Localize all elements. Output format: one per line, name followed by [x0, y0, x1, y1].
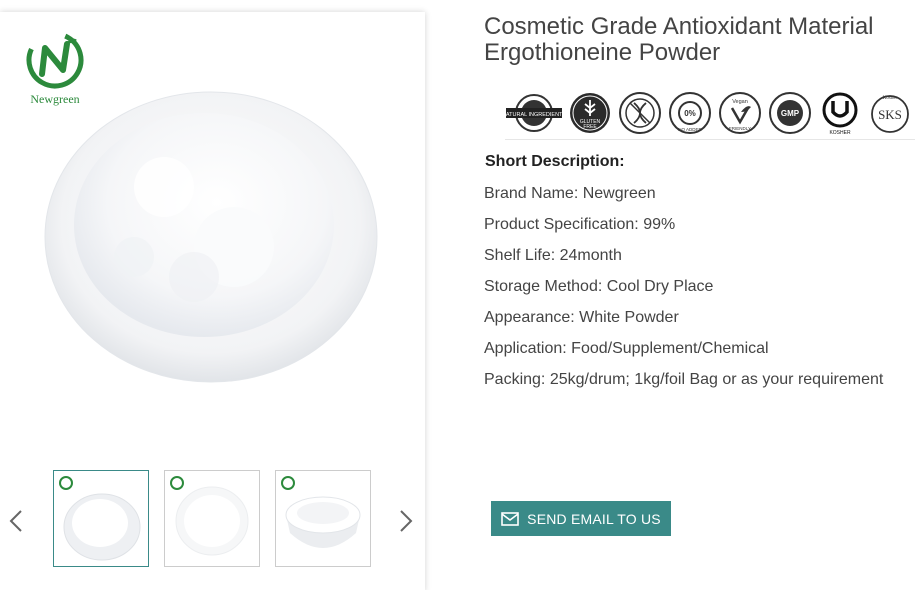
chevron-left-icon	[9, 510, 22, 532]
short-description-heading: Short Description:	[485, 153, 625, 170]
thumbnail-image	[281, 476, 361, 548]
product-title-line1: Cosmetic Grade Antioxidant Material	[484, 13, 874, 40]
short-description: Short Description: Brand Name: Newgreen …	[484, 153, 914, 390]
svg-text:Kosher: Kosher	[883, 96, 898, 101]
svg-text:NO ADDED: NO ADDED	[678, 127, 702, 132]
svg-text:KOSHER: KOSHER	[829, 130, 851, 136]
newgreen-logo-icon	[26, 31, 84, 89]
svg-text:SKS: SKS	[878, 107, 902, 122]
thumbnail-strip	[0, 470, 425, 570]
product-gallery: Newgreen	[0, 12, 425, 590]
spec-brand-name: Brand Name: Newgreen	[484, 185, 656, 202]
spec-appearance: Appearance: White Powder	[484, 309, 679, 326]
thumbnail-2[interactable]	[164, 470, 260, 567]
svg-text:FRIENDLY: FRIENDLY	[729, 126, 751, 131]
product-title-line2: Ergothioneine Powder	[484, 39, 721, 66]
kosher-u-icon: KOSHER	[822, 92, 858, 136]
envelope-icon	[501, 511, 519, 526]
send-email-button[interactable]: SEND EMAIL TO US	[491, 501, 671, 536]
spec-packing: Packing: 25kg/drum; 1kg/foil Bag or as y…	[484, 371, 884, 388]
send-email-label: SEND EMAIL TO US	[527, 510, 661, 527]
svg-text:0%: 0%	[684, 109, 696, 118]
thumbnail-image	[59, 476, 141, 561]
svg-text:NATURAL INGREDIENTS: NATURAL INGREDIENTS	[505, 112, 563, 118]
kosher-sks-icon: Kosher SKS	[871, 95, 909, 133]
gallery-next-button[interactable]	[396, 506, 416, 536]
non-gmo-icon	[619, 92, 661, 134]
svg-text:GMP: GMP	[781, 109, 800, 118]
spec-product-specification: Product Specification: 99%	[484, 216, 676, 233]
thumbnail-3[interactable]	[275, 470, 371, 567]
natural-ingredients-icon: NATURAL INGREDIENTS	[505, 94, 563, 132]
gallery-prev-button[interactable]	[6, 506, 26, 536]
gluten-free-icon: GLUTEN FREE	[570, 93, 610, 133]
chevron-right-icon	[400, 510, 413, 532]
svg-text:FREE: FREE	[583, 124, 597, 130]
no-preservatives-icon: 0% NO ADDED	[669, 92, 711, 134]
certification-badges: NATURAL INGREDIENTS GLUTEN FREE 0% NO AD…	[505, 90, 915, 140]
powder-bowl-image	[44, 91, 378, 383]
product-title: Cosmetic Grade Antioxidant Material Ergo…	[484, 14, 914, 66]
vegan-friendly-icon: Vegan FRIENDLY	[719, 92, 761, 134]
spec-storage-method: Storage Method: Cool Dry Place	[484, 278, 714, 295]
thumbnail-1[interactable]	[53, 470, 149, 567]
product-info: Cosmetic Grade Antioxidant Material Ergo…	[484, 14, 914, 66]
thumbnail-image	[170, 476, 249, 556]
svg-text:Vegan: Vegan	[732, 99, 748, 105]
main-product-image[interactable]: Newgreen	[0, 12, 425, 462]
gmp-certified-icon: GMP	[769, 92, 811, 134]
spec-shelf-life: Shelf Life: 24month	[484, 247, 622, 264]
spec-application: Application: Food/Supplement/Chemical	[484, 340, 769, 357]
